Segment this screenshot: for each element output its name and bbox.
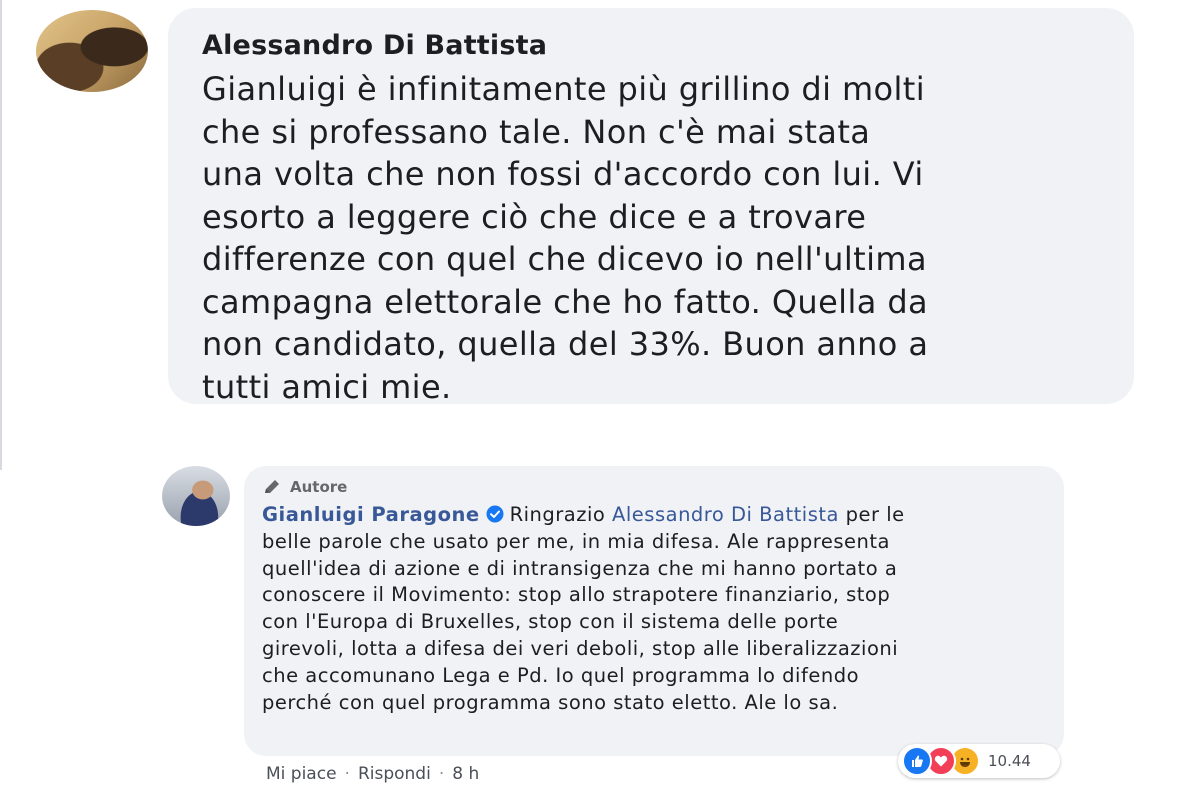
reply-prefix: Ringrazio (509, 503, 606, 526)
timestamp[interactable]: 8 h (452, 764, 479, 784)
reply-avatar[interactable] (162, 466, 230, 526)
comment-text: Gianluigi è infinitamente più grillino d… (202, 68, 1102, 408)
like-button[interactable]: Mi piace (266, 764, 337, 784)
comment-line: tutti amici mie. (202, 367, 452, 406)
author-badge: Autore (262, 476, 1064, 498)
comment-line: campagna elettorale che ho fatto. Quella… (202, 282, 929, 321)
reply-line: belle parole che usato per me, in mia di… (262, 529, 890, 553)
reply-line: con l'Europa di Bruxelles, stop con il s… (262, 610, 839, 634)
comment-actions: Mi piace · Rispondi · 8 h (266, 764, 479, 784)
reply-text: Gianluigi Paragone Ringrazio Alessandro D… (262, 502, 1052, 716)
comment-line: esorto a leggere ciò che dice e a trovar… (202, 197, 867, 236)
pencil-icon (265, 480, 279, 493)
comment-bubble: Alessandro Di Battista Gianluigi è infin… (168, 8, 1134, 406)
author-badge-label: Autore (290, 478, 348, 496)
separator: · (344, 764, 350, 784)
reply-line: perché con quel programma sono stato ele… (262, 690, 839, 714)
reply-line: conoscere il Movimento: stop allo strapo… (262, 583, 891, 607)
reactions-summary[interactable]: 10.44 (898, 744, 1060, 778)
reply-bubble: Autore Gianluigi Paragone Ringrazio Aless… (244, 466, 1064, 756)
comment-line: che si professano tale. Non c'è mai stat… (202, 112, 871, 151)
reaction-count: 10.44 (988, 752, 1031, 770)
reply-author[interactable]: Gianluigi Paragone (262, 503, 480, 526)
reply-button[interactable]: Rispondi (358, 764, 431, 784)
comment-line: Gianluigi è infinitamente più grillino d… (202, 70, 926, 108)
reply-first-line-rest: per le (845, 503, 905, 526)
left-divider (0, 0, 2, 470)
avatar[interactable] (36, 10, 148, 92)
comment-author[interactable]: Alessandro Di Battista (202, 28, 1134, 64)
verified-icon (486, 505, 504, 523)
reply-line: girevoli, lotta a difesa dei veri deboli… (262, 636, 899, 660)
mention-link[interactable]: Alessandro Di Battista (612, 503, 839, 526)
comment-line: una volta che non fossi d'accordo con lu… (202, 155, 924, 193)
separator: · (438, 764, 445, 784)
reply-line: quell'idea di azione e di intransigenza … (262, 556, 898, 580)
like-icon (902, 746, 932, 776)
reply-line: che accomunano Lega e Pd. Io quel progra… (262, 663, 860, 687)
reply-first-line: Gianluigi Paragone Ringrazio Alessandro D… (262, 502, 1052, 529)
comment-line: differenze con quel che dicevo io nell'u… (202, 240, 927, 278)
comment-line: non candidato, quella del 33%. Buon anno… (202, 325, 929, 363)
